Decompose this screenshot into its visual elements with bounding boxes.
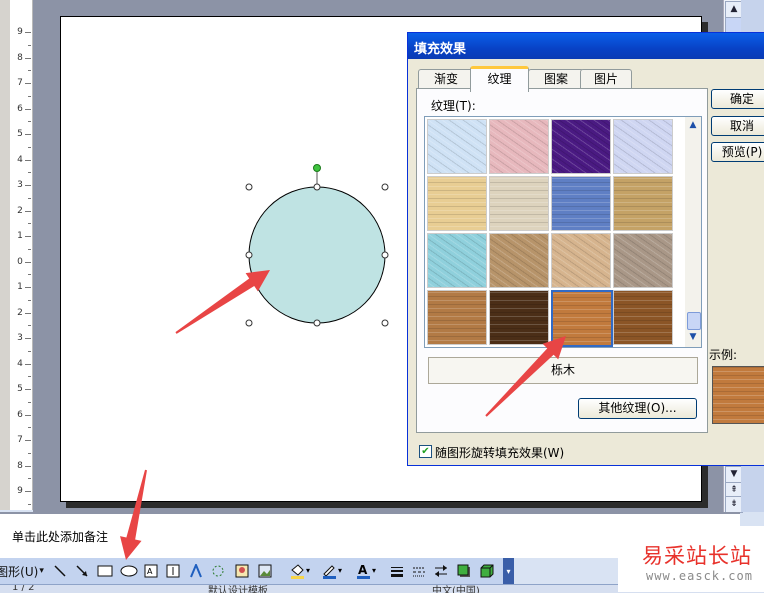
line-icon bbox=[54, 565, 66, 577]
dialog-title: 填充效果 bbox=[414, 42, 467, 57]
line-style-icon bbox=[391, 567, 403, 577]
3d-box-icon bbox=[480, 564, 494, 578]
autoshapes-menu[interactable]: 图形(U) ▾ bbox=[0, 562, 44, 580]
texture-purple-mesh[interactable] bbox=[551, 119, 611, 174]
vertical-textbox-button[interactable] bbox=[165, 562, 181, 580]
shadow-icon bbox=[457, 564, 470, 577]
texture-grid bbox=[424, 116, 686, 348]
3d-style-button[interactable] bbox=[479, 562, 495, 580]
notes-placeholder: 单击此处添加备注 bbox=[12, 530, 109, 544]
cancel-button[interactable]: 取消 bbox=[711, 116, 764, 136]
oval-tool-button[interactable] bbox=[119, 562, 139, 580]
selected-texture-name: 栎木 bbox=[428, 357, 698, 384]
dash-style-icon bbox=[413, 567, 425, 577]
watermark-url: www.easck.com bbox=[646, 569, 753, 583]
resize-handle bbox=[245, 319, 253, 327]
textbox-tool-button[interactable]: A bbox=[143, 562, 159, 580]
arrow-style-button[interactable] bbox=[433, 562, 449, 580]
texture-denim[interactable] bbox=[551, 176, 611, 231]
watermark: 易采站长站 www.easck.com bbox=[618, 526, 764, 592]
resize-handle bbox=[245, 251, 253, 259]
arrow-icon bbox=[76, 565, 88, 577]
drawing-toolbar: 图形(U) ▾ A ▾ ▾ A ▾ ▾ bbox=[0, 557, 514, 585]
line-color-button[interactable]: ▾ bbox=[319, 562, 347, 580]
wordart-button[interactable] bbox=[188, 562, 204, 580]
picture-icon bbox=[258, 564, 272, 578]
preview-button[interactable]: 预览(P) bbox=[711, 142, 764, 162]
font-color-button[interactable]: A ▾ bbox=[353, 562, 381, 580]
texture-tab-pane: 纹理(T): ▲ ▼ 栎木 其他纹理(O)... bbox=[416, 88, 708, 433]
toolbar-options-button[interactable]: ▾ bbox=[503, 558, 514, 584]
texture-blue-tissue[interactable] bbox=[427, 119, 487, 174]
svg-text:A: A bbox=[147, 567, 153, 576]
arrow-style-icon bbox=[435, 565, 447, 577]
checkbox-check-icon[interactable]: ✔ bbox=[419, 445, 432, 458]
shadow-style-button[interactable] bbox=[456, 562, 472, 580]
diagram-button[interactable] bbox=[210, 562, 226, 580]
insert-picture-button[interactable] bbox=[257, 562, 273, 580]
resize-handle bbox=[313, 183, 321, 191]
oval-shape bbox=[248, 186, 386, 324]
svg-text:A: A bbox=[358, 563, 368, 577]
texture-walnut[interactable] bbox=[489, 290, 549, 345]
chevron-down-icon: ▾ bbox=[39, 566, 44, 576]
dash-style-button[interactable] bbox=[411, 562, 427, 580]
arrow-tool-button[interactable] bbox=[74, 562, 90, 580]
texture-medium-wood[interactable] bbox=[613, 290, 673, 345]
texture-fish-fossil[interactable] bbox=[551, 233, 611, 288]
dialog-titlebar[interactable]: 填充效果 bbox=[408, 33, 764, 59]
paint-bucket-icon: ▾ bbox=[291, 564, 310, 579]
tab-gradient[interactable]: 渐变 bbox=[418, 69, 474, 89]
resize-handle bbox=[381, 251, 389, 259]
watermark-site-name: 易采站长站 bbox=[642, 544, 752, 568]
texture-water-droplets[interactable] bbox=[427, 233, 487, 288]
oval-icon bbox=[120, 565, 138, 577]
tab-texture[interactable]: 纹理 bbox=[470, 66, 529, 92]
sample-label: 示例: bbox=[709, 348, 738, 362]
texture-paper-bag[interactable] bbox=[489, 233, 549, 288]
clipart-icon bbox=[235, 564, 249, 578]
resize-handle bbox=[245, 183, 253, 191]
rotate-checkbox-label: 随图形旋转填充效果(W) bbox=[435, 446, 565, 460]
other-texture-button[interactable]: 其他纹理(O)... bbox=[578, 398, 697, 419]
resize-handle bbox=[381, 319, 389, 327]
rectangle-tool-button[interactable] bbox=[96, 562, 114, 580]
resize-handle bbox=[381, 183, 389, 191]
sample-preview bbox=[712, 366, 764, 424]
resize-handle bbox=[313, 319, 321, 327]
texture-papyrus[interactable] bbox=[427, 176, 487, 231]
svg-text:▾: ▾ bbox=[372, 566, 376, 575]
texture-bouquet[interactable] bbox=[613, 119, 673, 174]
clipart-button[interactable] bbox=[234, 562, 250, 580]
tab-pattern[interactable]: 图案 bbox=[528, 69, 584, 89]
rectangle-icon bbox=[97, 565, 113, 577]
texture-cork[interactable] bbox=[427, 290, 487, 345]
fill-color-button[interactable]: ▾ bbox=[287, 562, 315, 580]
pen-icon: ▾ bbox=[323, 565, 342, 579]
vertical-textbox-icon bbox=[166, 564, 180, 578]
ok-button[interactable]: 确定 bbox=[711, 89, 764, 109]
scroll-down-icon[interactable]: ▼ bbox=[686, 330, 700, 344]
tab-picture[interactable]: 图片 bbox=[580, 69, 632, 89]
fill-effects-dialog: 填充效果 渐变 纹理 图案 图片 纹理(T): ▲ ▼ 栎木 其他纹理(O)..… bbox=[407, 32, 764, 466]
autoshapes-label: 图形(U) bbox=[0, 564, 39, 579]
line-style-button[interactable] bbox=[389, 562, 405, 580]
texture-scrollbar[interactable]: ▲ ▼ bbox=[685, 116, 702, 348]
rotation-handle bbox=[313, 164, 321, 172]
font-color-icon: A ▾ bbox=[357, 563, 376, 579]
wordart-icon bbox=[190, 564, 202, 578]
texture-woven-mat[interactable] bbox=[613, 176, 673, 231]
scroll-up-icon[interactable]: ▲ bbox=[686, 118, 700, 132]
texture-sand[interactable] bbox=[613, 233, 673, 288]
line-tool-button[interactable] bbox=[52, 562, 68, 580]
texture-canvas[interactable] bbox=[489, 176, 549, 231]
texture-label: 纹理(T): bbox=[431, 99, 476, 113]
svg-text:▾: ▾ bbox=[338, 566, 342, 575]
texture-scroll-thumb[interactable] bbox=[687, 312, 701, 330]
diagram-icon bbox=[212, 565, 224, 577]
textbox-icon: A bbox=[144, 564, 158, 578]
svg-text:▾: ▾ bbox=[306, 566, 310, 575]
texture-oak[interactable] bbox=[551, 290, 613, 347]
texture-pink-tissue[interactable] bbox=[489, 119, 549, 174]
